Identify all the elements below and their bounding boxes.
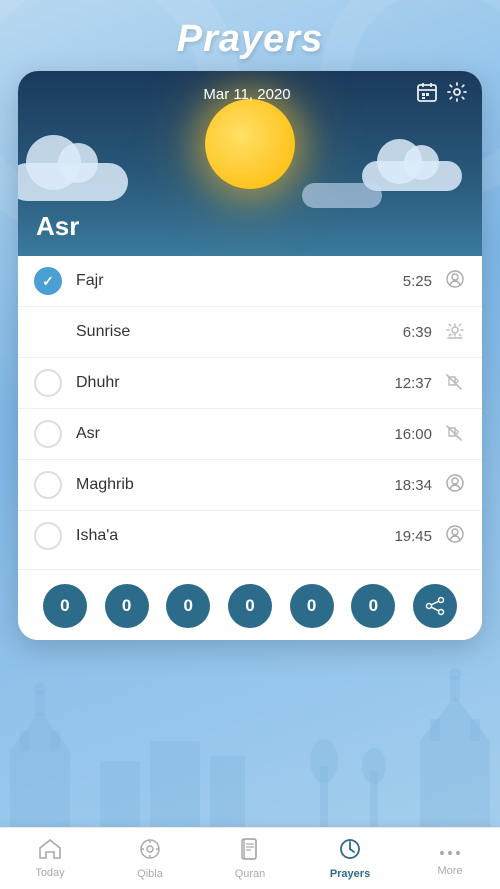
- dhuhr-time: 12:37: [394, 375, 432, 392]
- prayer-row-fajr[interactable]: ✓ Fajr 5:25: [18, 256, 482, 307]
- nav-item-quran[interactable]: Quran: [200, 832, 300, 886]
- header-icons: [416, 81, 468, 108]
- prayers-icon: [339, 838, 361, 866]
- page-title: Prayers: [0, 0, 500, 61]
- prayer-row-sunrise[interactable]: Sunrise 6:39: [18, 307, 482, 358]
- prayer-row-maghrib[interactable]: Maghrib 18:34: [18, 460, 482, 511]
- asr-sound-icon[interactable]: [444, 422, 466, 447]
- dhuhr-name: Dhuhr: [76, 374, 394, 392]
- counter-row: 0 0 0 0 0 0: [18, 569, 482, 640]
- asr-time: 16:00: [394, 426, 432, 443]
- dhuhr-check[interactable]: [34, 369, 62, 397]
- cloud-left: [18, 163, 128, 201]
- fajr-sound-icon[interactable]: [444, 269, 466, 294]
- asr-name: Asr: [76, 425, 394, 443]
- counter-btn-1[interactable]: 0: [43, 584, 87, 628]
- quran-icon: [240, 838, 260, 866]
- fajr-time: 5:25: [403, 273, 432, 290]
- maghrib-name: Maghrib: [76, 476, 394, 494]
- fajr-check[interactable]: ✓: [34, 267, 62, 295]
- dhuhr-sound-icon[interactable]: [444, 371, 466, 396]
- card-header: Mar 11, 2020: [18, 71, 482, 256]
- current-prayer-label: Asr: [36, 211, 79, 242]
- ishaa-time: 19:45: [394, 528, 432, 545]
- maghrib-check[interactable]: [34, 471, 62, 499]
- nav-label-prayers: Prayers: [330, 868, 370, 880]
- ishaa-check[interactable]: [34, 522, 62, 550]
- counter-btn-5[interactable]: 0: [290, 584, 334, 628]
- nav-item-more[interactable]: More: [400, 834, 500, 883]
- header-controls: Mar 11, 2020: [18, 81, 482, 108]
- nav-label-more: More: [437, 865, 462, 877]
- header-date: Mar 11, 2020: [78, 86, 416, 103]
- counter-btn-4[interactable]: 0: [228, 584, 272, 628]
- maghrib-sound-icon[interactable]: [444, 473, 466, 498]
- bottom-nav: Today Qibla Quran: [0, 827, 500, 889]
- prayer-list: ✓ Fajr 5:25 Sunrise 6:39: [18, 256, 482, 569]
- ishaa-sound-icon[interactable]: [444, 524, 466, 549]
- counter-btn-6[interactable]: 0: [351, 584, 395, 628]
- check-icon: ✓: [42, 273, 54, 290]
- more-icon: [439, 840, 461, 863]
- counter-btn-2[interactable]: 0: [105, 584, 149, 628]
- counter-btn-3[interactable]: 0: [166, 584, 210, 628]
- ishaa-name: Isha'a: [76, 527, 394, 545]
- qibla-icon: [139, 838, 161, 866]
- settings-icon[interactable]: [446, 81, 468, 108]
- sunrise-sound-icon[interactable]: [444, 320, 466, 345]
- cloud-mid: [302, 183, 382, 208]
- maghrib-time: 18:34: [394, 477, 432, 494]
- nav-label-quran: Quran: [235, 868, 266, 880]
- fajr-name: Fajr: [76, 272, 403, 290]
- share-button[interactable]: [413, 584, 457, 628]
- nav-item-qibla[interactable]: Qibla: [100, 832, 200, 886]
- sunrise-time: 6:39: [403, 324, 432, 341]
- nav-item-prayers[interactable]: Prayers: [300, 832, 400, 886]
- nav-label-qibla: Qibla: [137, 868, 163, 880]
- sunrise-name: Sunrise: [76, 323, 403, 341]
- main-card: Mar 11, 2020: [18, 71, 482, 640]
- asr-check[interactable]: [34, 420, 62, 448]
- prayer-row-dhuhr[interactable]: Dhuhr 12:37: [18, 358, 482, 409]
- prayer-row-ishaa[interactable]: Isha'a 19:45: [18, 511, 482, 561]
- nav-item-today[interactable]: Today: [0, 833, 100, 885]
- prayer-row-asr[interactable]: Asr 16:00: [18, 409, 482, 460]
- home-icon: [39, 839, 61, 865]
- calendar-icon[interactable]: [416, 81, 438, 108]
- nav-label-today: Today: [35, 867, 64, 879]
- sunrise-check: [34, 318, 62, 346]
- moon-graphic: [205, 99, 295, 189]
